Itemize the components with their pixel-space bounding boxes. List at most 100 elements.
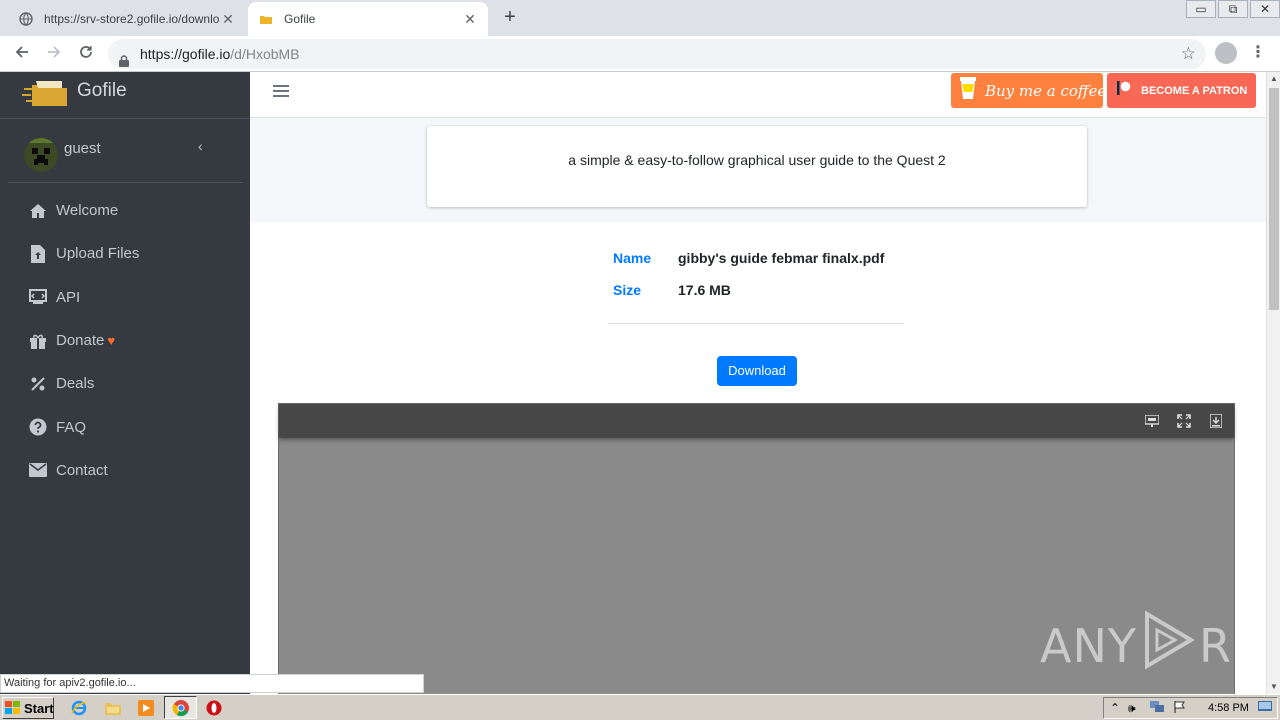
user-panel: guest ‹: [8, 130, 243, 183]
sidebar-item-faq[interactable]: FAQ: [0, 405, 250, 448]
anyrun-watermark: ANY RUN: [1040, 610, 1280, 681]
close-window-button[interactable]: ✕: [1250, 0, 1280, 18]
chrome-icon: [172, 699, 190, 720]
minimize-button[interactable]: ▭: [1186, 0, 1216, 18]
sidebar-item-label: Contact: [56, 461, 108, 479]
gift-icon: [28, 331, 48, 351]
window-controls: ▭ ⧉ ✕: [1184, 0, 1280, 18]
globe-icon: [18, 11, 34, 27]
tab-title: https://srv-store2.gofile.io/downloa: [44, 12, 220, 26]
page-scrollbar[interactable]: ▲ ▼: [1266, 72, 1280, 694]
hamburger-menu-icon[interactable]: [273, 82, 289, 100]
fullscreen-icon[interactable]: [1175, 412, 1193, 430]
bookmark-star-icon[interactable]: ☆: [1181, 39, 1196, 69]
play-triangle-icon: [1139, 610, 1197, 681]
sidebar-item-label: Upload Files: [56, 245, 140, 263]
chrome-taskbar-button[interactable]: [164, 696, 197, 719]
file-size-row: Size 17.6 MB: [608, 282, 904, 314]
sidebar-item-label: FAQ: [56, 418, 87, 436]
upload-file-icon: [28, 244, 48, 264]
percent-icon: [28, 374, 48, 394]
sidebar-item-deals[interactable]: Deals: [0, 362, 250, 405]
reload-icon[interactable]: [74, 42, 98, 66]
sidebar-item-donate[interactable]: Donate ♥: [0, 319, 250, 362]
divider: [608, 323, 904, 324]
scroll-up-icon[interactable]: ▲: [1267, 72, 1280, 86]
coffee-cup-icon: [959, 75, 977, 106]
brand[interactable]: Gofile: [0, 72, 250, 119]
browser-toolbar: https://gofile.io/d/HxobMB ☆: [0, 36, 1280, 72]
download-icon[interactable]: [1207, 412, 1225, 430]
status-bar: Waiting for apiv2.gofile.io...: [0, 674, 424, 693]
sidebar-nav: Welcome Upload Files API Donate ♥ Deals …: [0, 189, 250, 492]
flag-icon[interactable]: [1174, 701, 1186, 716]
new-tab-button[interactable]: +: [498, 5, 522, 29]
forward-icon[interactable]: [42, 42, 66, 66]
scroll-down-icon[interactable]: ▼: [1267, 680, 1280, 694]
internet-explorer-icon[interactable]: [70, 699, 88, 717]
api-icon: [28, 287, 48, 307]
windows-logo-icon: [5, 701, 21, 715]
tab-download[interactable]: https://srv-store2.gofile.io/downloa ✕: [8, 2, 246, 36]
url-host: https://gofile.io: [140, 46, 231, 62]
page: Gofile guest ‹ Welcome Upload Files API …: [0, 72, 1266, 694]
become-a-patron-label: BECOME A PATRON: [1141, 84, 1248, 97]
sidebar-item-label: API: [56, 288, 81, 306]
patreon-icon: [1117, 81, 1131, 100]
start-button[interactable]: Start: [2, 697, 54, 719]
brand-text: Gofile: [77, 80, 127, 101]
avatar[interactable]: [24, 138, 58, 172]
lock-icon: [119, 47, 129, 67]
scrollbar-thumb[interactable]: [1269, 88, 1279, 310]
file-size-value: 17.6 MB: [678, 282, 731, 298]
user-name[interactable]: guest: [64, 140, 101, 157]
home-icon: [28, 201, 48, 221]
file-explorer-icon[interactable]: [104, 699, 122, 717]
description-card: a simple & easy-to-follow graphical user…: [427, 126, 1087, 207]
sidebar-item-label: Donate: [56, 332, 105, 350]
sidebar-item-label: Deals: [56, 375, 95, 393]
start-label: Start: [24, 700, 54, 716]
show-desktop-icon[interactable]: [1258, 701, 1272, 716]
question-icon: [28, 417, 48, 437]
sidebar-item-upload-files[interactable]: Upload Files: [0, 232, 250, 275]
sidebar-item-contact[interactable]: Contact: [0, 449, 250, 492]
network-icon[interactable]: [1150, 701, 1164, 716]
taskbar: Start ⌃ 🕪 4:58 PM: [0, 694, 1280, 720]
tab-title: Gofile: [284, 12, 316, 26]
address-bar[interactable]: https://gofile.io/d/HxobMB ☆: [108, 39, 1206, 69]
sidebar-item-label: Welcome: [56, 202, 119, 220]
tab-gofile[interactable]: Gofile ✕: [248, 2, 488, 36]
chevron-left-icon[interactable]: ‹: [198, 138, 203, 154]
profile-avatar-icon[interactable]: [1215, 42, 1237, 64]
sidebar-item-api[interactable]: API: [0, 276, 250, 319]
tray-expand-icon[interactable]: ⌃: [1110, 701, 1120, 715]
top-navbar: Buy me a coffee BECOME A PATRON: [250, 72, 1266, 118]
media-player-icon[interactable]: [137, 699, 155, 717]
gofile-logo-icon: [22, 75, 70, 114]
url-path: /d/HxobMB: [230, 46, 300, 62]
download-button[interactable]: Download: [717, 356, 797, 386]
watermark-left: ANY: [1040, 618, 1137, 673]
restore-button[interactable]: ⧉: [1218, 0, 1248, 18]
become-a-patron-button[interactable]: BECOME A PATRON: [1107, 73, 1256, 108]
buy-me-a-coffee-button[interactable]: Buy me a coffee: [951, 73, 1107, 108]
pdf-viewer-toolbar: [279, 404, 1234, 438]
tab-strip: https://srv-store2.gofile.io/downloa ✕ G…: [0, 0, 1280, 36]
main-content: Buy me a coffee BECOME A PATRON a simple…: [250, 72, 1266, 694]
clock: 4:58 PM: [1208, 702, 1249, 714]
close-icon[interactable]: ✕: [220, 11, 236, 28]
envelope-icon: [28, 460, 48, 480]
browser-menu-icon[interactable]: ⋮: [1250, 42, 1266, 64]
back-icon[interactable]: [10, 42, 34, 66]
file-description: a simple & easy-to-follow graphical user…: [568, 152, 946, 168]
buy-me-a-coffee-label: Buy me a coffee: [985, 81, 1107, 100]
heart-icon: ♥: [107, 333, 116, 349]
opera-icon[interactable]: [205, 699, 223, 717]
system-tray: ⌃ 🕪 4:58 PM: [1103, 697, 1278, 719]
sidebar-item-welcome[interactable]: Welcome: [0, 189, 250, 232]
close-icon[interactable]: ✕: [462, 11, 478, 28]
volume-icon[interactable]: 🕪: [1128, 701, 1136, 716]
presentation-icon[interactable]: [1143, 412, 1161, 430]
file-name-row: Name gibby's guide febmar finalx.pdf: [608, 250, 904, 282]
